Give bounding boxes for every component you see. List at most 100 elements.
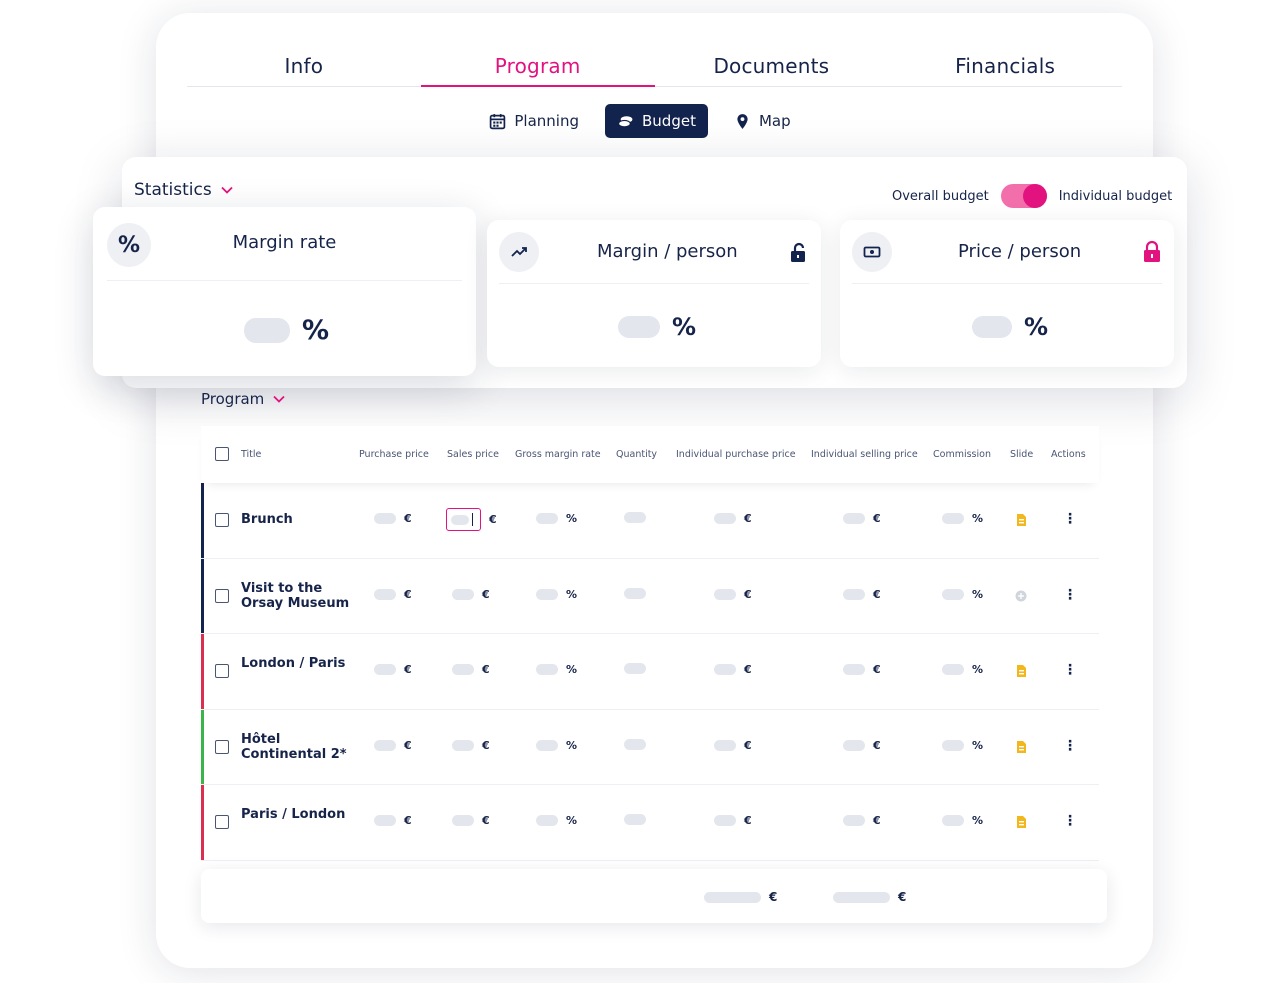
row-checkbox[interactable] <box>215 739 229 754</box>
col-individual-purchase-price: Individual purchase price <box>676 449 796 460</box>
tab-documents[interactable]: Documents <box>655 40 889 86</box>
more-actions-icon[interactable]: ⋮ <box>1063 512 1077 526</box>
individual-purchase-price-cell[interactable]: € <box>714 512 752 525</box>
purchase-price-cell[interactable]: € <box>374 814 412 827</box>
table-body: Brunch € €% € €% ⋮ Visit to the Orsay Museum € €… <box>201 483 1099 861</box>
slide-document-icon[interactable] <box>1016 815 1027 829</box>
quantity-cell[interactable] <box>624 814 646 825</box>
value-placeholder <box>843 815 865 826</box>
trend-up-icon <box>499 232 539 272</box>
more-actions-icon[interactable]: ⋮ <box>1063 588 1077 602</box>
unit-symbol: % <box>566 663 578 676</box>
locked-lock-icon[interactable] <box>1142 240 1162 264</box>
sales-price-cell[interactable]: € <box>452 588 490 601</box>
tab-program[interactable]: Program <box>420 40 655 87</box>
more-actions-icon[interactable]: ⋮ <box>1063 739 1077 753</box>
commission-cell[interactable]: % <box>942 588 983 601</box>
table-row: London / Paris € €% € €% ⋮ <box>201 634 1099 710</box>
purchase-price-cell[interactable]: € <box>374 739 412 752</box>
purchase-price-cell[interactable]: € <box>374 663 412 676</box>
quantity-cell[interactable] <box>624 738 646 750</box>
unit-symbol: % <box>972 738 984 752</box>
unit-symbol: € <box>404 663 412 676</box>
unit-symbol: % <box>566 738 578 752</box>
row-checkbox[interactable] <box>215 513 229 527</box>
individual-selling-price-cell[interactable]: € <box>843 814 881 827</box>
individual-purchase-price-cell[interactable]: € <box>714 663 752 676</box>
gross-margin-rate-cell[interactable]: % <box>536 663 577 676</box>
calendar-icon <box>490 113 506 129</box>
statistics-toggle[interactable]: Statistics <box>134 180 234 200</box>
individual-selling-price-cell[interactable]: € <box>843 663 881 676</box>
value-placeholder <box>624 738 646 750</box>
commission-cell[interactable]: % <box>942 512 983 525</box>
unit-symbol: € <box>744 587 752 601</box>
tab-financials[interactable]: Financials <box>888 40 1122 86</box>
gross-margin-rate-cell[interactable]: % <box>536 739 577 752</box>
individual-purchase-price-cell[interactable]: € <box>714 814 752 827</box>
slide-document-icon[interactable] <box>1016 513 1027 527</box>
commission-cell[interactable]: % <box>942 814 983 827</box>
more-actions-icon[interactable]: ⋮ <box>1063 814 1077 828</box>
sales-price-cell[interactable]: € <box>446 508 497 531</box>
currency-symbol: € <box>898 890 907 904</box>
sales-price-cell[interactable]: € <box>452 814 490 827</box>
value-placeholder <box>536 815 558 826</box>
unit-symbol: € <box>873 587 881 601</box>
sales-price-cell[interactable]: € <box>452 739 490 752</box>
subtab-budget[interactable]: Budget <box>605 104 708 138</box>
sales-price-cell[interactable]: € <box>452 663 490 676</box>
gross-margin-rate-cell[interactable]: % <box>536 814 577 827</box>
row-checkbox[interactable] <box>215 588 229 603</box>
value-placeholder <box>843 588 865 600</box>
subtab-map[interactable]: Map <box>722 104 803 138</box>
gross-margin-rate-cell[interactable]: % <box>536 588 577 601</box>
commission-cell[interactable]: % <box>942 663 983 676</box>
tab-info[interactable]: Info <box>187 40 421 86</box>
unit-symbol: % <box>972 814 984 827</box>
commission-cell[interactable]: % <box>942 739 983 752</box>
value-placeholder <box>843 513 865 524</box>
individual-selling-price-cell[interactable]: € <box>843 739 881 752</box>
slide-document-icon[interactable] <box>1016 740 1027 754</box>
quantity-cell[interactable] <box>624 587 646 599</box>
col-title: Title <box>241 449 262 460</box>
individual-selling-price-cell[interactable]: € <box>843 588 881 601</box>
value-placeholder <box>843 664 865 675</box>
add-slide-icon[interactable] <box>1015 590 1027 602</box>
row-checkbox[interactable] <box>215 815 229 829</box>
select-all-checkbox[interactable] <box>215 447 229 461</box>
program-toggle[interactable]: Program <box>201 390 286 408</box>
value-placeholder <box>942 588 964 600</box>
unit-symbol: € <box>404 587 412 601</box>
individual-selling-price-cell[interactable]: € <box>843 512 881 525</box>
individual-purchase-price-cell[interactable]: € <box>714 739 752 752</box>
sales-price-input[interactable] <box>446 508 481 531</box>
value-placeholder <box>942 815 964 826</box>
row-color-indicator <box>201 709 204 784</box>
col-individual-selling-price: Individual selling price <box>811 449 918 460</box>
quantity-cell[interactable] <box>624 663 646 674</box>
purchase-price-cell[interactable]: € <box>374 512 412 525</box>
text-caret <box>472 513 473 526</box>
row-checkbox[interactable] <box>215 664 229 678</box>
col-quantity: Quantity <box>616 449 658 460</box>
stat-value: % <box>244 315 329 346</box>
stat-value: % <box>618 313 696 341</box>
unit-symbol: € <box>873 512 881 525</box>
more-actions-icon[interactable]: ⋮ <box>1063 663 1077 677</box>
value-placeholder <box>714 664 736 675</box>
individual-purchase-price-cell[interactable]: € <box>714 588 752 601</box>
unlocked-lock-icon[interactable] <box>789 242 809 264</box>
subtab-planning[interactable]: Planning <box>477 104 591 138</box>
value-placeholder <box>536 588 558 600</box>
budget-mode-switch[interactable] <box>1000 184 1047 208</box>
quantity-cell[interactable] <box>624 512 646 523</box>
row-title: Visit to the Orsay Museum <box>241 580 350 611</box>
stat-card-margin-person: Margin / person % <box>487 220 821 367</box>
unit-symbol: € <box>404 814 412 827</box>
gross-margin-rate-cell[interactable]: % <box>536 512 577 525</box>
value-placeholder <box>374 739 396 751</box>
purchase-price-cell[interactable]: € <box>374 588 412 601</box>
slide-document-icon[interactable] <box>1016 664 1027 678</box>
